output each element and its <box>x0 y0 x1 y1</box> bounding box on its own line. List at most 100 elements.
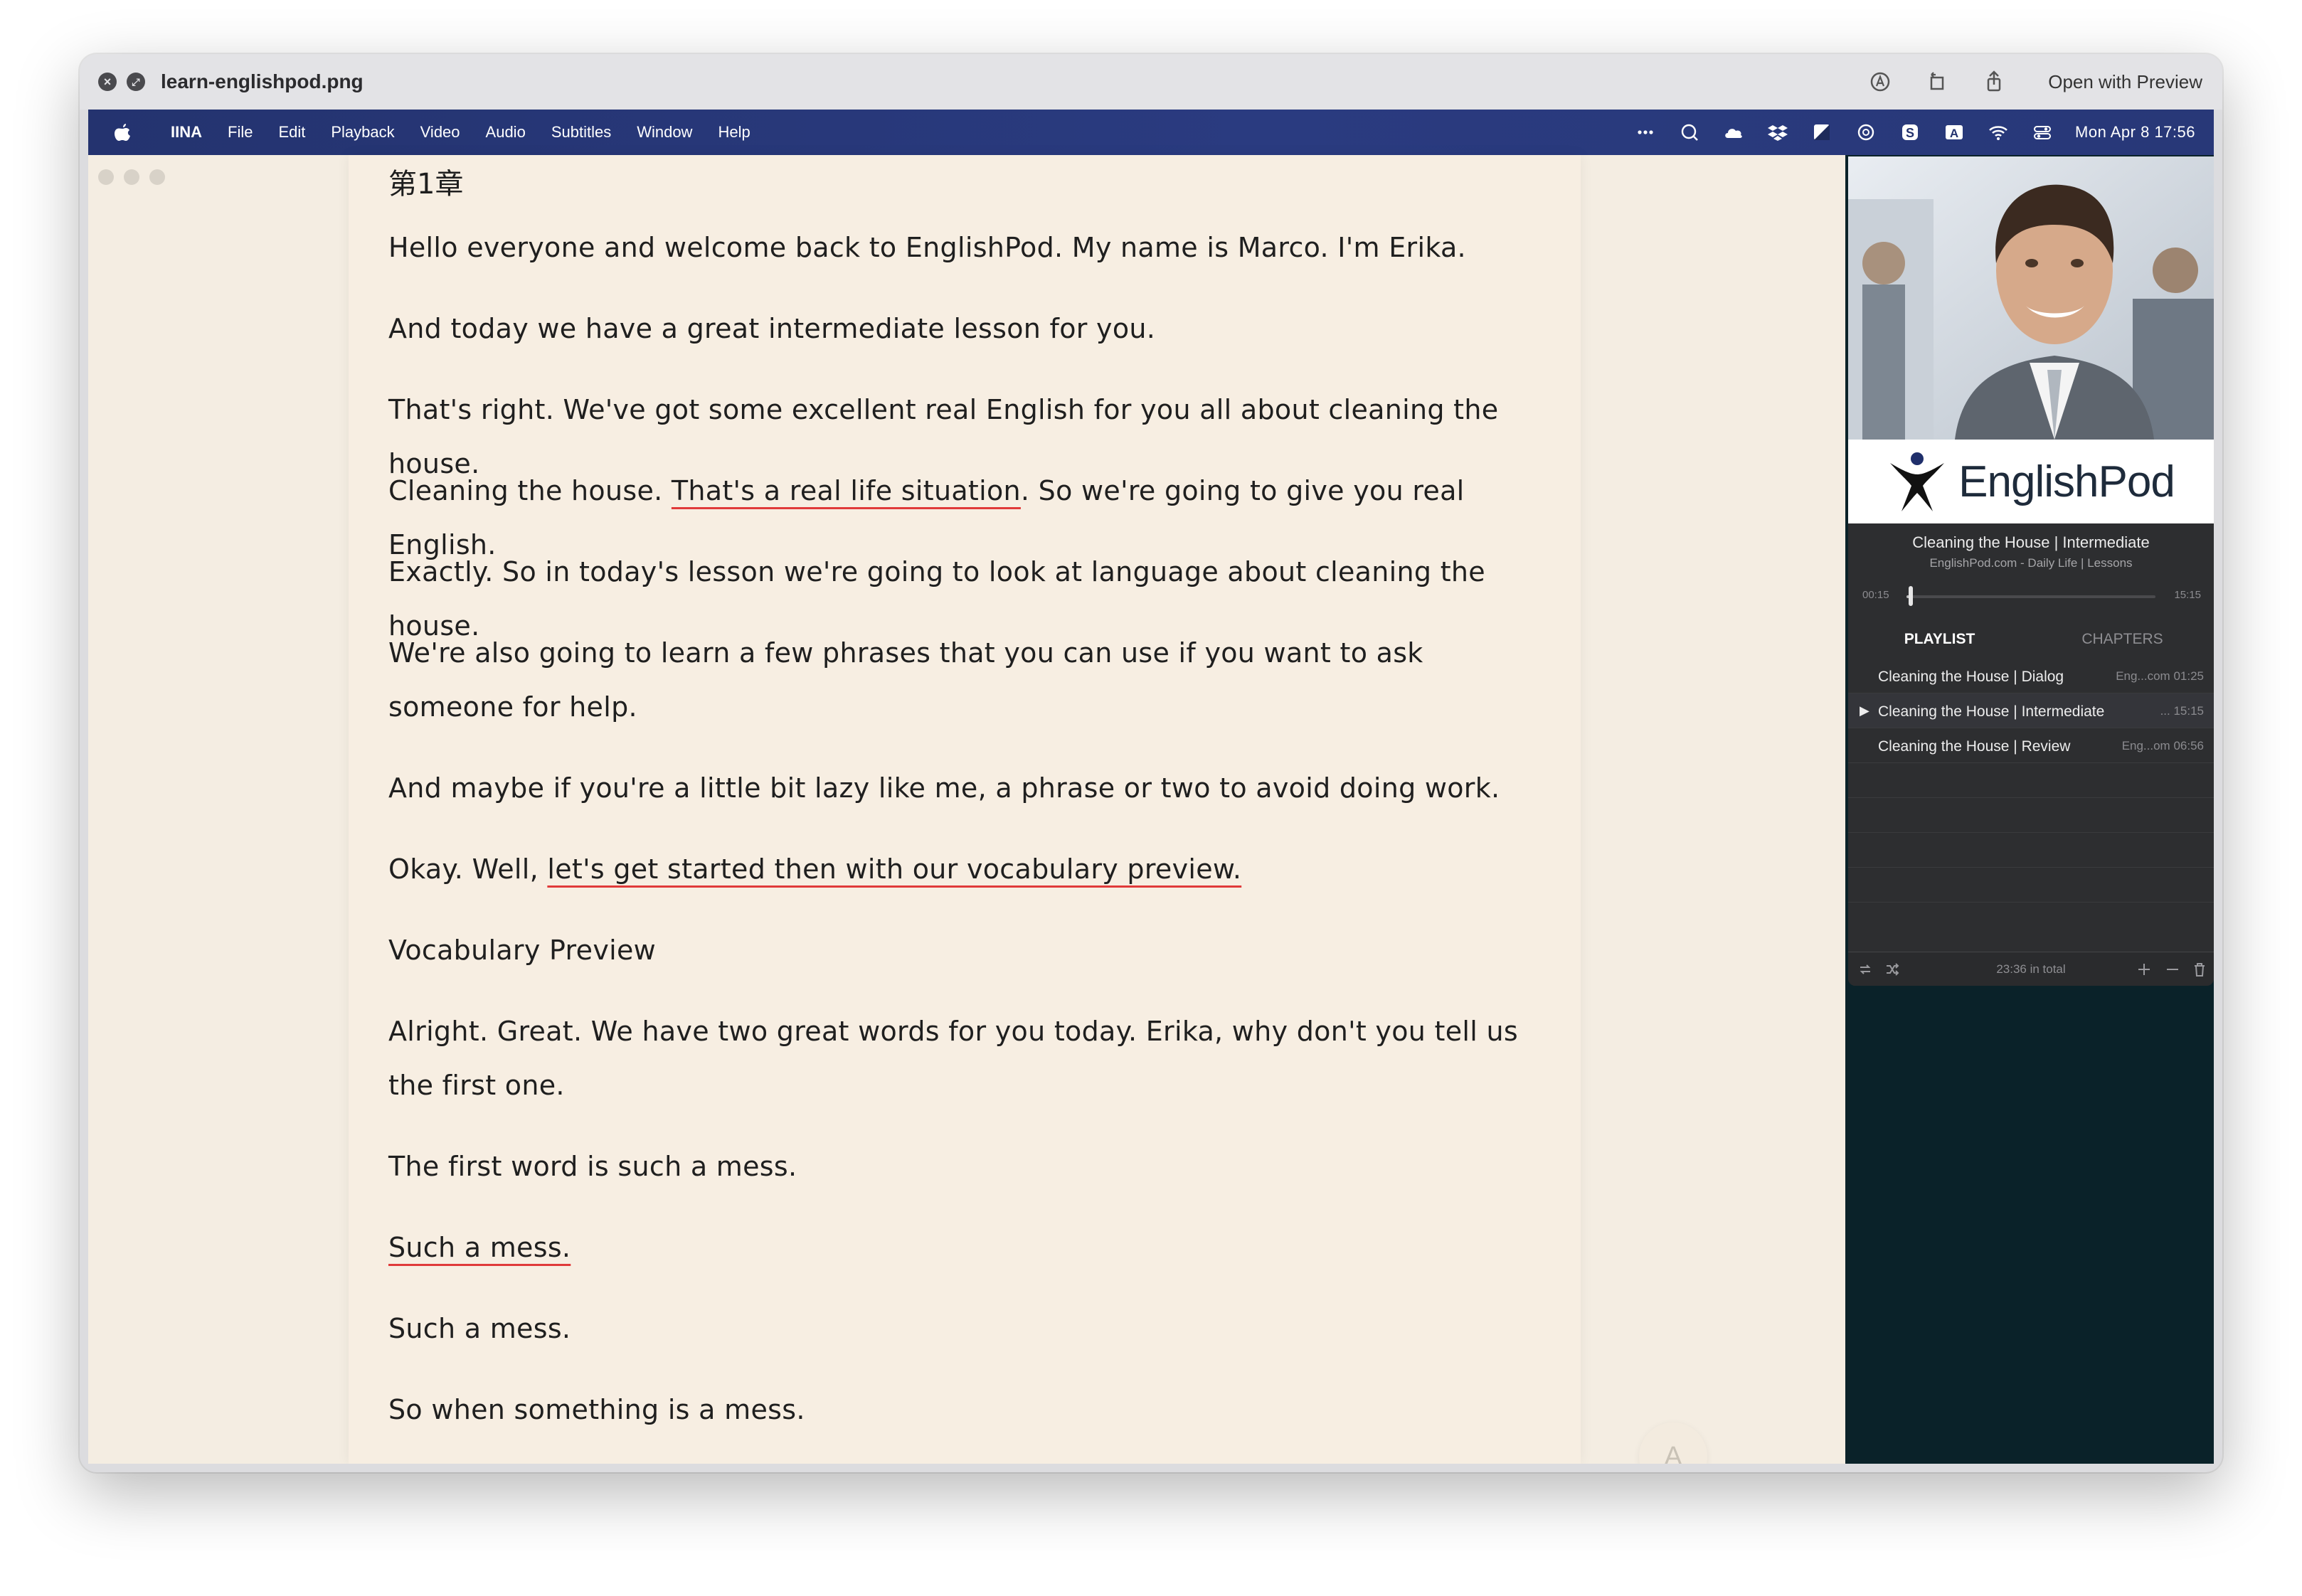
highlighted-phrase[interactable]: That's a real life situation <box>672 475 1021 506</box>
s-app-icon[interactable]: S <box>1899 121 1921 144</box>
playlist-item[interactable]: Cleaning the House | Dialog Eng...com 01… <box>1848 659 2214 693</box>
svg-text:S: S <box>1906 126 1914 140</box>
reader-page: 第1章 Hello everyone and welcome back to E… <box>349 155 1581 1464</box>
window-controls <box>98 169 165 185</box>
playlist-empty-row <box>1848 868 2214 903</box>
paragraph-text: And today we have a great intermediate l… <box>388 313 1156 344</box>
dropbox-icon[interactable] <box>1766 121 1789 144</box>
paragraph-text: We're also going to learn a few phrases … <box>388 637 1423 723</box>
logo-text: EnglishPod <box>1958 457 2175 506</box>
window-close-button[interactable] <box>98 169 114 185</box>
search-lens-icon[interactable] <box>1678 121 1701 144</box>
playlist-empty-row <box>1848 763 2214 798</box>
rotate-icon[interactable] <box>1924 69 1950 95</box>
menu-edit[interactable]: Edit <box>278 123 305 142</box>
playlist-footer: 23:36 in total <box>1848 952 2214 986</box>
fullscreen-icon[interactable]: ⤢ <box>127 73 145 91</box>
apple-icon[interactable] <box>112 122 132 143</box>
cloud-icon[interactable] <box>1722 121 1745 144</box>
paragraph-text: Hello everyone and welcome back to Engli… <box>388 232 1466 263</box>
screenshot-content: IINA File Edit Playback Video Audio Subt… <box>88 110 2214 1464</box>
menu-bar: IINA File Edit Playback Video Audio Subt… <box>88 110 2214 155</box>
tab-playlist[interactable]: PLAYLIST <box>1848 622 2031 657</box>
menu-audio[interactable]: Audio <box>486 123 526 142</box>
transcript-paragraph[interactable]: Such a mess. <box>388 1302 1548 1356</box>
music-mode-panel: EnglishPod Cleaning the House | Intermed… <box>1848 156 2214 986</box>
close-icon[interactable]: × <box>98 73 117 91</box>
playlist-empty-row <box>1848 833 2214 868</box>
paragraph-text: Alright. Great. We have two great words … <box>388 1016 1518 1101</box>
paragraph-text: Okay. Well, <box>388 853 548 885</box>
paragraph-text: The first word is such a mess. <box>388 1151 797 1182</box>
playlist-item-title: Cleaning the House | Intermediate <box>1878 703 2105 720</box>
transcript-paragraph[interactable]: So when something is a mess. <box>388 1383 1548 1437</box>
wifi-icon[interactable] <box>1987 121 2010 144</box>
chapter-heading: 第1章 <box>388 168 464 201</box>
paragraph-text: Such a mess. <box>388 1313 571 1344</box>
englishpod-logo-icon <box>1890 452 1945 511</box>
menu-clock[interactable]: Mon Apr 8 17:56 <box>2075 123 2195 142</box>
contrast-icon[interactable] <box>1810 121 1833 144</box>
time-total: 15:15 <box>2174 589 2201 601</box>
add-icon[interactable] <box>2136 961 2153 978</box>
playlist-item-title: Cleaning the House | Review <box>1878 738 2071 755</box>
paragraph-text: So when something is a mess. <box>388 1394 805 1425</box>
file-name: learn-englishpod.png <box>161 70 364 92</box>
playlist-item-meta: Eng...com 01:25 <box>2116 669 2204 683</box>
playlist-total-duration: 23:36 in total <box>1996 962 2066 976</box>
seek-knob[interactable] <box>1909 586 1913 606</box>
status-area: S A Mon Apr 8 17:56 <box>1634 110 2195 155</box>
podcast-logo: EnglishPod <box>1848 440 2214 523</box>
transcript-paragraph[interactable]: We're also going to learn a few phrases … <box>388 626 1548 734</box>
paragraph-text: Vocabulary Preview <box>388 935 657 966</box>
tab-chapters[interactable]: CHAPTERS <box>2031 622 2214 657</box>
menu-help[interactable]: Help <box>718 123 750 142</box>
menu-video[interactable]: Video <box>420 123 460 142</box>
highlighted-phrase[interactable]: let's get started then with our vocabula… <box>547 853 1241 885</box>
transcript-paragraph[interactable]: The first word is such a mess. <box>388 1139 1548 1193</box>
transcript-paragraph[interactable]: Hello everyone and welcome back to Engli… <box>388 220 1548 275</box>
markup-icon[interactable] <box>1867 69 1893 95</box>
share-icon[interactable] <box>1981 69 2007 95</box>
transcript-paragraph[interactable]: And today we have a great intermediate l… <box>388 302 1548 356</box>
quicklook-window: × ⤢ learn-englishpod.png Open with Previ… <box>80 54 2222 1472</box>
menu-file[interactable]: File <box>228 123 253 142</box>
quicklook-titlebar: × ⤢ learn-englishpod.png Open with Previ… <box>80 54 2222 110</box>
menu-window[interactable]: Window <box>637 123 692 142</box>
transcript-paragraph[interactable]: Okay. Well, let's get started then with … <box>388 842 1548 896</box>
highlighted-phrase[interactable]: Such a mess. <box>388 1232 571 1263</box>
trash-icon[interactable] <box>2191 961 2208 978</box>
transcript-paragraph[interactable]: And maybe if you're a little bit lazy li… <box>388 761 1548 815</box>
playlist: Cleaning the House | Dialog Eng...com 01… <box>1848 659 2214 903</box>
remove-icon[interactable] <box>2164 961 2181 978</box>
menu-playback[interactable]: Playback <box>331 123 394 142</box>
track-title: Cleaning the House | Intermediate <box>1912 533 2150 551</box>
svg-text:A: A <box>1950 127 1958 140</box>
menu-subtitles[interactable]: Subtitles <box>551 123 611 142</box>
album-artwork <box>1848 156 2214 440</box>
input-source-icon[interactable]: A <box>1943 121 1966 144</box>
chatgpt-icon[interactable] <box>1855 121 1877 144</box>
now-playing-icon: ▶ <box>1860 703 1869 718</box>
paragraph-text: And maybe if you're a little bit lazy li… <box>388 772 1500 804</box>
open-with-preview-button[interactable]: Open with Preview <box>2038 65 2205 99</box>
menu-app-name[interactable]: IINA <box>171 123 202 142</box>
transcript-paragraph[interactable]: Alright. Great. We have two great words … <box>388 1004 1548 1112</box>
seek-bar[interactable] <box>1906 595 2155 598</box>
time-elapsed: 00:15 <box>1862 589 1889 601</box>
playlist-item-current[interactable]: ▶ Cleaning the House | Intermediate ... … <box>1848 693 2214 728</box>
playlist-empty-row <box>1848 798 2214 833</box>
window-zoom-button[interactable] <box>149 169 165 185</box>
window-minimize-button[interactable] <box>124 169 139 185</box>
more-icon[interactable] <box>1634 121 1657 144</box>
section-heading[interactable]: Vocabulary Preview <box>388 923 1548 977</box>
playlist-item[interactable]: Cleaning the House | Review Eng...om 06:… <box>1848 728 2214 763</box>
transcript-paragraph[interactable]: Such a mess. <box>388 1220 1548 1275</box>
control-center-icon[interactable] <box>2031 121 2054 144</box>
playlist-tabs: PLAYLIST CHAPTERS <box>1848 622 2214 657</box>
playlist-item-meta: Eng...om 06:56 <box>2121 739 2204 752</box>
paragraph-text: Cleaning the house. <box>388 475 672 506</box>
track-subtitle: EnglishPod.com - Daily Life | Lessons <box>1929 556 2133 570</box>
playlist-item-title: Cleaning the House | Dialog <box>1878 669 2064 685</box>
playlist-item-meta: ... 15:15 <box>2160 704 2204 718</box>
